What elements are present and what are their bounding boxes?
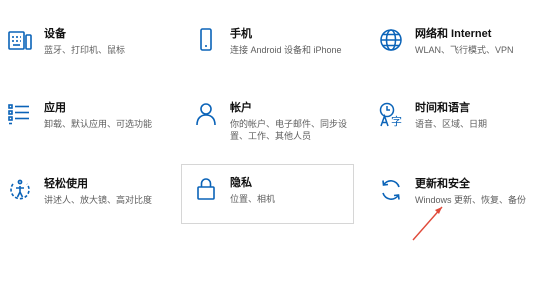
annotation-arrow [412,206,443,241]
